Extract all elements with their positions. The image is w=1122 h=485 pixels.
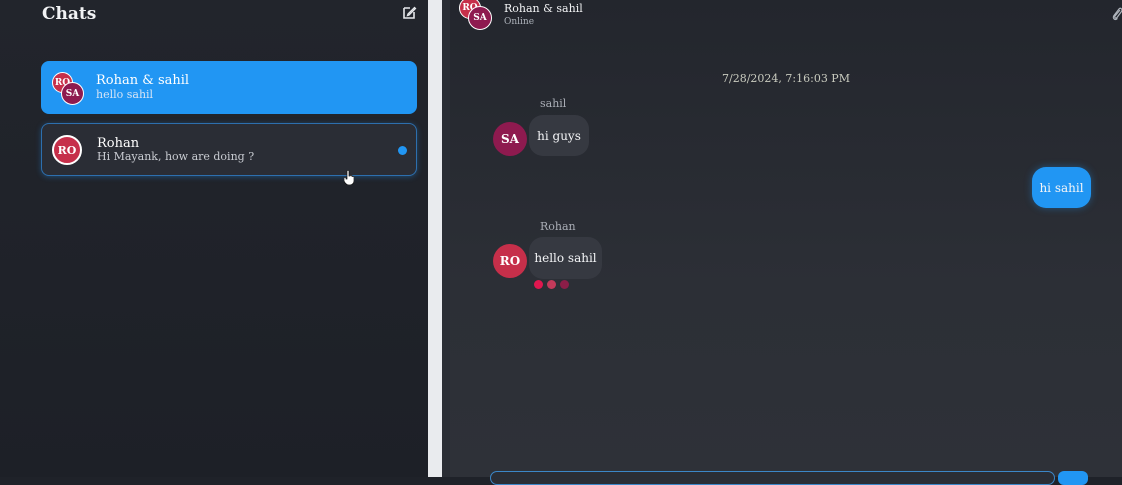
avatar: SA bbox=[493, 122, 527, 156]
conversation-panel: RO SA Rohan & sahil Online 7/28/2024, 7:… bbox=[450, 0, 1122, 485]
typing-dot bbox=[547, 280, 556, 289]
panel-divider bbox=[428, 0, 442, 477]
sender-name: Rohan bbox=[540, 220, 576, 233]
message-input[interactable] bbox=[490, 471, 1055, 485]
chat-preview: hello sahil bbox=[96, 88, 154, 101]
hand-pointer-icon bbox=[344, 170, 354, 185]
header-chat-name: Rohan & sahil bbox=[504, 2, 583, 15]
avatar: RO bbox=[52, 135, 82, 165]
message-bubble-outgoing: hi sahil bbox=[1032, 167, 1091, 208]
send-button[interactable] bbox=[1058, 471, 1088, 485]
sidebar-title: Chats bbox=[42, 4, 97, 24]
message-timestamp: 7/28/2024, 7:16:03 PM bbox=[722, 72, 850, 85]
sender-name: sahil bbox=[540, 97, 567, 110]
chat-item-rohan[interactable]: RO Rohan Hi Mayank, how are doing ? bbox=[41, 123, 417, 176]
avatar: SA bbox=[468, 6, 492, 30]
typing-dot bbox=[534, 280, 543, 289]
chat-name: Rohan bbox=[97, 136, 140, 151]
header-status: Online bbox=[504, 17, 535, 27]
edit-icon[interactable] bbox=[401, 5, 417, 21]
chat-name: Rohan & sahil bbox=[96, 73, 190, 88]
paperclip-icon[interactable] bbox=[1111, 6, 1122, 22]
chat-item-rohan-sahil[interactable]: RO SA Rohan & sahil hello sahil bbox=[41, 61, 417, 114]
message-bubble: hi guys bbox=[529, 115, 589, 156]
chat-preview: Hi Mayank, how are doing ? bbox=[97, 150, 255, 163]
chat-list-sidebar: Chats RO SA Rohan & sahil hello sahil RO… bbox=[0, 0, 428, 477]
message-bubble: hello sahil bbox=[529, 237, 602, 279]
unread-dot bbox=[398, 146, 407, 155]
avatar: SA bbox=[61, 82, 84, 105]
typing-dot bbox=[560, 280, 569, 289]
panel-divider-shadow bbox=[442, 0, 450, 477]
avatar: RO bbox=[493, 244, 527, 278]
